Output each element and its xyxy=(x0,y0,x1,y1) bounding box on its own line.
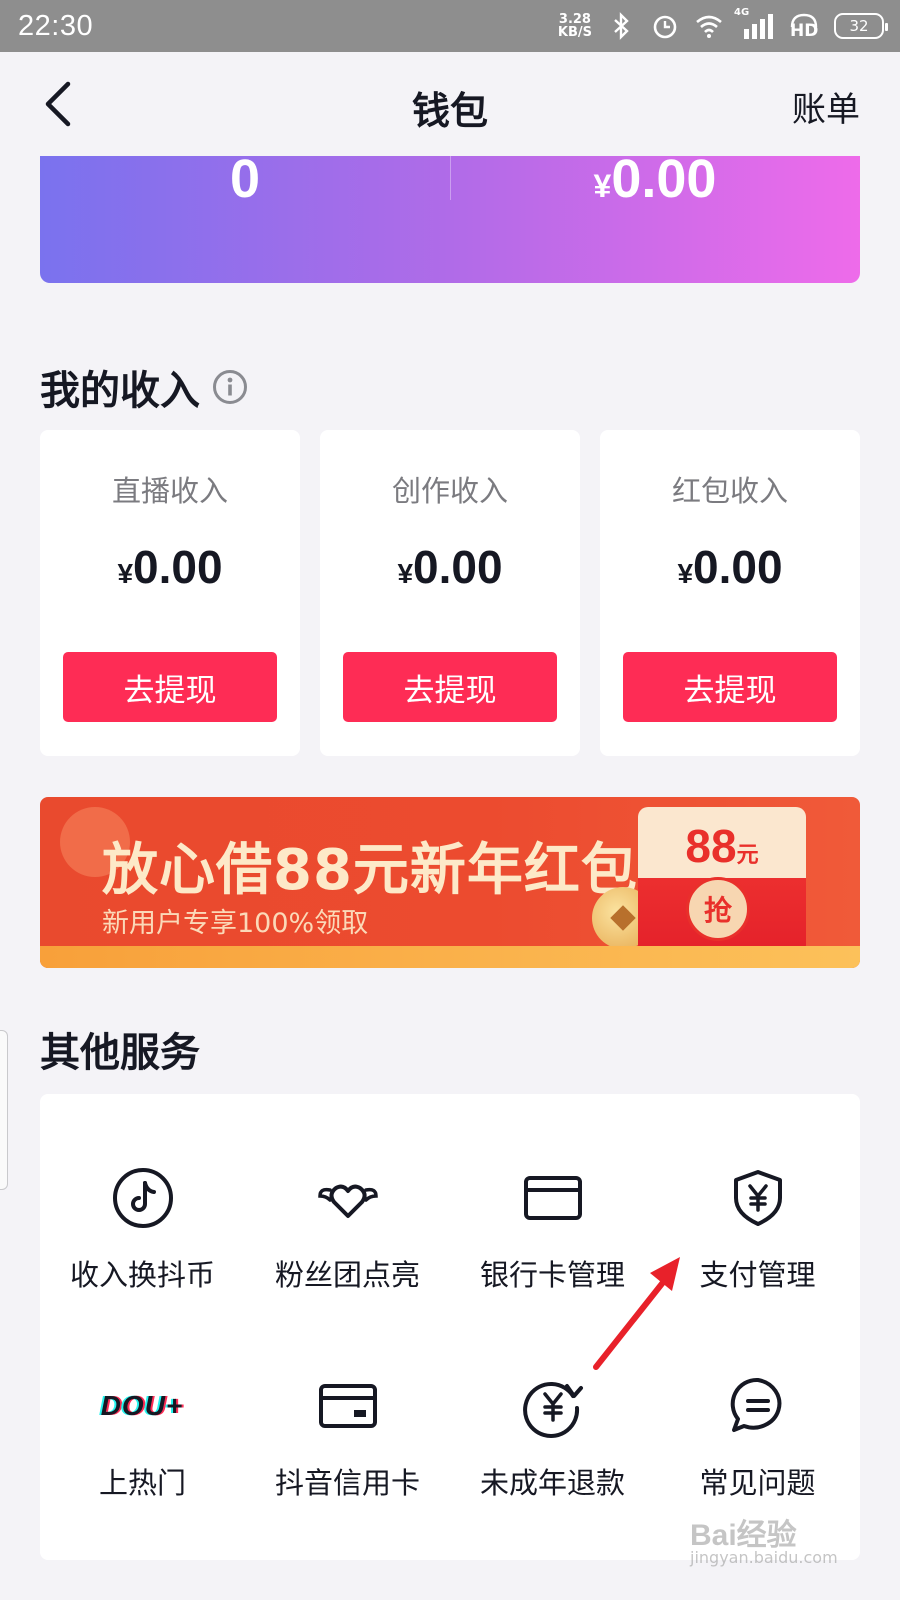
page-title: 钱包 xyxy=(411,89,488,133)
watermark-url: jingyan.baidu.com xyxy=(690,1548,838,1567)
income-label: 创作收入 xyxy=(391,474,508,508)
banner-subtitle: 新用户专享100%领取 xyxy=(102,908,369,939)
service-label: 未成年退款 xyxy=(479,1466,625,1500)
status-icons: 3.28 KB/S 4G HD 32 xyxy=(557,7,888,41)
income-cards: 直播收入 ¥0.00 去提现 创作收入 ¥0.00 去提现 红包收入 ¥0.00… xyxy=(40,430,860,756)
side-drawer-handle[interactable] xyxy=(0,1030,8,1190)
income-label: 红包收入 xyxy=(671,474,788,508)
wifi-icon xyxy=(696,15,722,38)
income-card-creation: 创作收入 ¥0.00 去提现 xyxy=(320,430,580,756)
service-dou-plus[interactable]: DOU+ 上热门 xyxy=(40,1374,245,1564)
bluetooth-icon xyxy=(614,12,629,40)
income-section-title: 我的收入 xyxy=(40,358,248,416)
income-card-redpacket: 红包收入 ¥0.00 去提现 xyxy=(600,430,860,756)
nav-bar: 钱包 账单 xyxy=(0,52,900,156)
cash-balance[interactable]: ¥0.00 xyxy=(450,156,860,210)
promo-banner[interactable]: 放心借88元新年红包 新用户专享100%领取 88元 抢 xyxy=(40,797,860,968)
balance-card: 0 ¥0.00 xyxy=(40,156,860,283)
service-credit-card[interactable]: 抖音信用卡 xyxy=(245,1374,450,1564)
chat-bubble-icon xyxy=(730,1377,782,1432)
red-envelope: 88元 抢 xyxy=(638,807,806,955)
status-time: 22:30 xyxy=(18,9,94,42)
banner-title: 放心借88元新年红包 xyxy=(102,838,638,903)
grab-badge: 抢 xyxy=(686,877,750,941)
services-grid: 收入换抖币 粉丝团点亮 银行卡管理 支付管理 DOU+ 上热门 抖音信用卡 未成… xyxy=(40,1094,860,1560)
tiktok-coin-icon xyxy=(113,1168,173,1228)
service-minor-refund[interactable]: 未成年退款 xyxy=(450,1374,655,1564)
withdraw-button-creation[interactable]: 去提现 xyxy=(343,652,557,722)
coin-balance[interactable]: 0 xyxy=(40,156,450,210)
service-income-to-coins[interactable]: 收入换抖币 xyxy=(40,1166,245,1356)
dou-plus-logo: DOU+ xyxy=(100,1390,184,1421)
service-label: 粉丝团点亮 xyxy=(274,1258,420,1292)
banner-strip xyxy=(40,946,860,968)
net-speed: 3.28 KB/S xyxy=(557,12,592,40)
service-label: 常见问题 xyxy=(699,1466,816,1500)
winged-heart-icon xyxy=(318,1184,378,1218)
bank-card-icon xyxy=(524,1176,582,1220)
withdraw-button-redpacket[interactable]: 去提现 xyxy=(623,652,837,722)
income-card-live: 直播收入 ¥0.00 去提现 xyxy=(40,430,300,756)
services-section-title: 其他服务 xyxy=(40,1030,200,1076)
hd-voice-icon: HD xyxy=(788,11,820,41)
income-amount: ¥0.00 xyxy=(397,541,503,593)
service-label: 收入换抖币 xyxy=(69,1258,215,1292)
yuan-shield-icon xyxy=(734,1170,782,1226)
alarm-icon xyxy=(653,15,677,39)
info-icon[interactable] xyxy=(212,369,248,405)
income-amount: ¥0.00 xyxy=(677,541,783,593)
status-bar: 22:30 3.28 KB/S 4G HD 32 xyxy=(0,0,900,52)
income-label: 直播收入 xyxy=(111,474,228,508)
credit-card-icon xyxy=(319,1384,377,1428)
service-label: 抖音信用卡 xyxy=(274,1466,420,1500)
battery-indicator: 32 xyxy=(834,13,888,39)
bill-button[interactable]: 账单 xyxy=(792,82,860,131)
withdraw-button-live[interactable]: 去提现 xyxy=(63,652,277,722)
service-fan-club[interactable]: 粉丝团点亮 xyxy=(245,1166,450,1356)
cell-signal-icon: 4G xyxy=(734,7,774,41)
service-label: 上热门 xyxy=(98,1466,186,1500)
annotation-arrow-icon xyxy=(593,1257,680,1370)
envelope-amount: 88元 xyxy=(685,820,759,872)
income-amount: ¥0.00 xyxy=(117,541,223,593)
yuan-refund-icon xyxy=(523,1381,583,1438)
